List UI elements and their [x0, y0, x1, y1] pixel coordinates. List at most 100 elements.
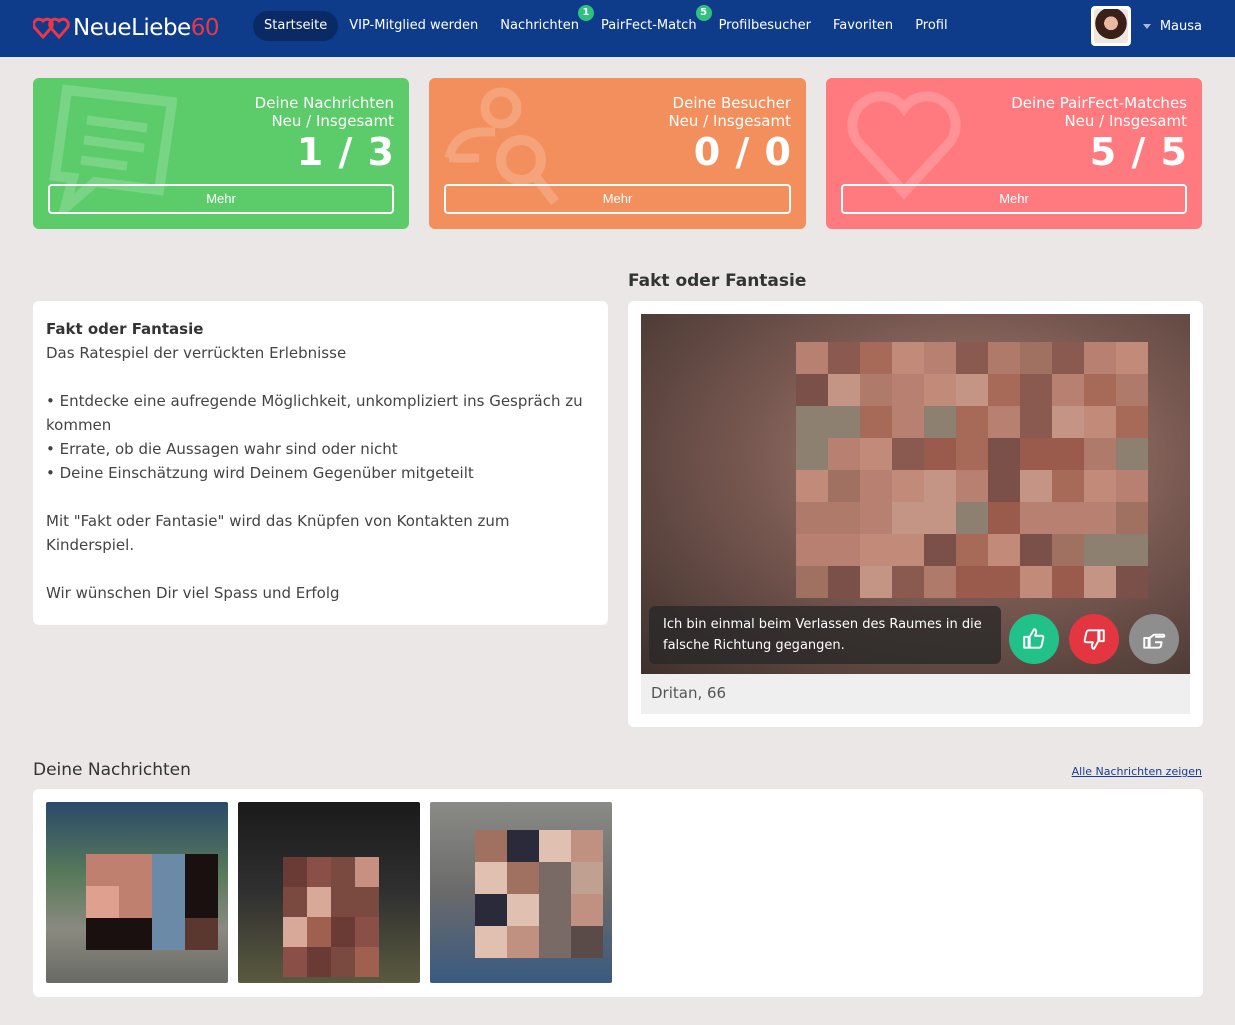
nav-profil[interactable]: Profil	[904, 11, 958, 41]
avatar[interactable]	[1090, 6, 1131, 46]
mosaic-tile	[507, 926, 539, 958]
skip-button[interactable]	[1129, 614, 1179, 664]
mosaic-tile	[307, 947, 331, 977]
main-nav: Startseite VIP-Mitglied werden Nachricht…	[253, 3, 959, 41]
mosaic-tile	[152, 886, 185, 918]
logo[interactable]: NeueLiebe 60	[33, 12, 219, 44]
mosaic-tile	[828, 342, 860, 374]
mosaic-tile	[539, 830, 571, 862]
logo-text: NeueLiebe	[73, 15, 191, 41]
mosaic-tile	[283, 947, 307, 977]
stat-title: Deine Nachrichten Neu / Insgesamt	[255, 94, 394, 130]
more-button[interactable]: Mehr	[841, 184, 1187, 214]
mosaic-tile	[331, 857, 355, 887]
info-bullet: • Errate, ob die Aussagen wahr sind oder…	[46, 440, 398, 458]
message-thumbnail[interactable]	[46, 802, 228, 983]
mosaic-tile	[892, 342, 924, 374]
nav-label: Startseite	[264, 18, 328, 33]
more-button[interactable]: Mehr	[48, 184, 394, 214]
message-thumbnail[interactable]	[238, 802, 420, 983]
nav-label: Profilbesucher	[718, 18, 811, 33]
all-messages-link[interactable]: Alle Nachrichten zeigen	[1072, 765, 1202, 778]
mosaic-tile	[924, 438, 956, 470]
mosaic-tile	[1116, 342, 1148, 374]
stat-title-line: Deine PairFect-Matches	[1011, 94, 1187, 112]
nav-label: PairFect-Match	[601, 18, 697, 33]
mosaic-tile	[307, 887, 331, 917]
stat-value: 5 / 5	[1089, 130, 1188, 174]
mosaic-tile	[507, 894, 539, 926]
mosaic-tile	[1084, 342, 1116, 374]
mosaic-tile	[892, 534, 924, 566]
mosaic-tile	[1052, 438, 1084, 470]
nav-vip[interactable]: VIP-Mitglied werden	[338, 11, 489, 41]
profile-photo[interactable]: Ich bin einmal beim Verlassen des Raumes…	[641, 314, 1190, 674]
mosaic-tile	[860, 502, 892, 534]
mosaic-tile	[355, 857, 379, 887]
mosaic-tile	[988, 566, 1020, 598]
mosaic-tile	[507, 830, 539, 862]
mosaic-tile	[331, 947, 355, 977]
mosaic-tile	[924, 566, 956, 598]
nav-pairfect-match[interactable]: PairFect-Match 5	[590, 3, 714, 41]
nav-profilbesucher[interactable]: Profilbesucher	[708, 11, 822, 41]
mosaic-tile	[860, 566, 892, 598]
stat-title: Deine Besucher Neu / Insgesamt	[668, 94, 791, 130]
mosaic-tile	[355, 947, 379, 977]
more-button[interactable]: Mehr	[444, 184, 791, 214]
thumbs-up-icon	[1023, 628, 1045, 649]
top-navigation-bar: NeueLiebe 60 Startseite VIP-Mitglied werd…	[0, 0, 1235, 57]
avatar-image	[1093, 9, 1128, 43]
fakt-button[interactable]	[1009, 614, 1059, 664]
mosaic-tile	[1052, 470, 1084, 502]
mosaic-tile	[1084, 502, 1116, 534]
mosaic-tile	[1020, 438, 1052, 470]
mosaic-tile	[1020, 566, 1052, 598]
fantasie-button[interactable]	[1069, 614, 1119, 664]
messages-card	[33, 789, 1203, 997]
logo-number: 60	[190, 15, 220, 41]
username[interactable]: Mausa	[1160, 19, 1202, 34]
mosaic-tile	[828, 502, 860, 534]
mosaic-tile	[1116, 374, 1148, 406]
nav-nachrichten[interactable]: Nachrichten 1	[489, 3, 597, 41]
mosaic-tile	[1116, 534, 1148, 566]
mosaic-tile	[1084, 566, 1116, 598]
stat-title: Deine PairFect-Matches Neu / Insgesamt	[1011, 94, 1187, 130]
mosaic-tile	[796, 534, 828, 566]
chevron-down-icon[interactable]	[1142, 23, 1151, 29]
info-title: Fakt oder Fantasie	[46, 320, 204, 338]
mosaic-tile	[988, 438, 1020, 470]
nav-label: VIP-Mitglied werden	[349, 18, 479, 33]
mosaic-tile	[828, 374, 860, 406]
mosaic-tile	[307, 917, 331, 947]
mosaic-tile	[1084, 406, 1116, 438]
mosaic-tile	[924, 406, 956, 438]
nav-favoriten[interactable]: Favoriten	[822, 11, 904, 41]
nav-startseite[interactable]: Startseite	[253, 11, 339, 41]
mosaic-tile	[283, 917, 307, 947]
mosaic-tile	[988, 342, 1020, 374]
mosaic-tile	[892, 566, 924, 598]
stat-value: 0 / 0	[693, 130, 792, 174]
mosaic-tile	[1052, 406, 1084, 438]
mosaic-tile	[1116, 502, 1148, 534]
mosaic-tile	[860, 342, 892, 374]
mosaic-tile	[1116, 470, 1148, 502]
mosaic-tile	[956, 438, 988, 470]
mosaic-tile	[1020, 342, 1052, 374]
stat-value: 1 / 3	[296, 130, 395, 174]
mosaic-tile	[152, 918, 185, 950]
mosaic-tile	[956, 342, 988, 374]
mosaic-tile	[988, 470, 1020, 502]
nav-label: Nachrichten	[500, 18, 580, 33]
mosaic-tile	[1052, 534, 1084, 566]
user-menu[interactable]: Mausa	[1090, 6, 1202, 46]
mosaic-tile	[1084, 470, 1116, 502]
message-thumbnail[interactable]	[430, 802, 612, 983]
mosaic-tile	[539, 862, 571, 894]
stat-subtitle: Neu / Insgesamt	[1064, 112, 1187, 130]
nav-label: Profil	[915, 18, 948, 33]
